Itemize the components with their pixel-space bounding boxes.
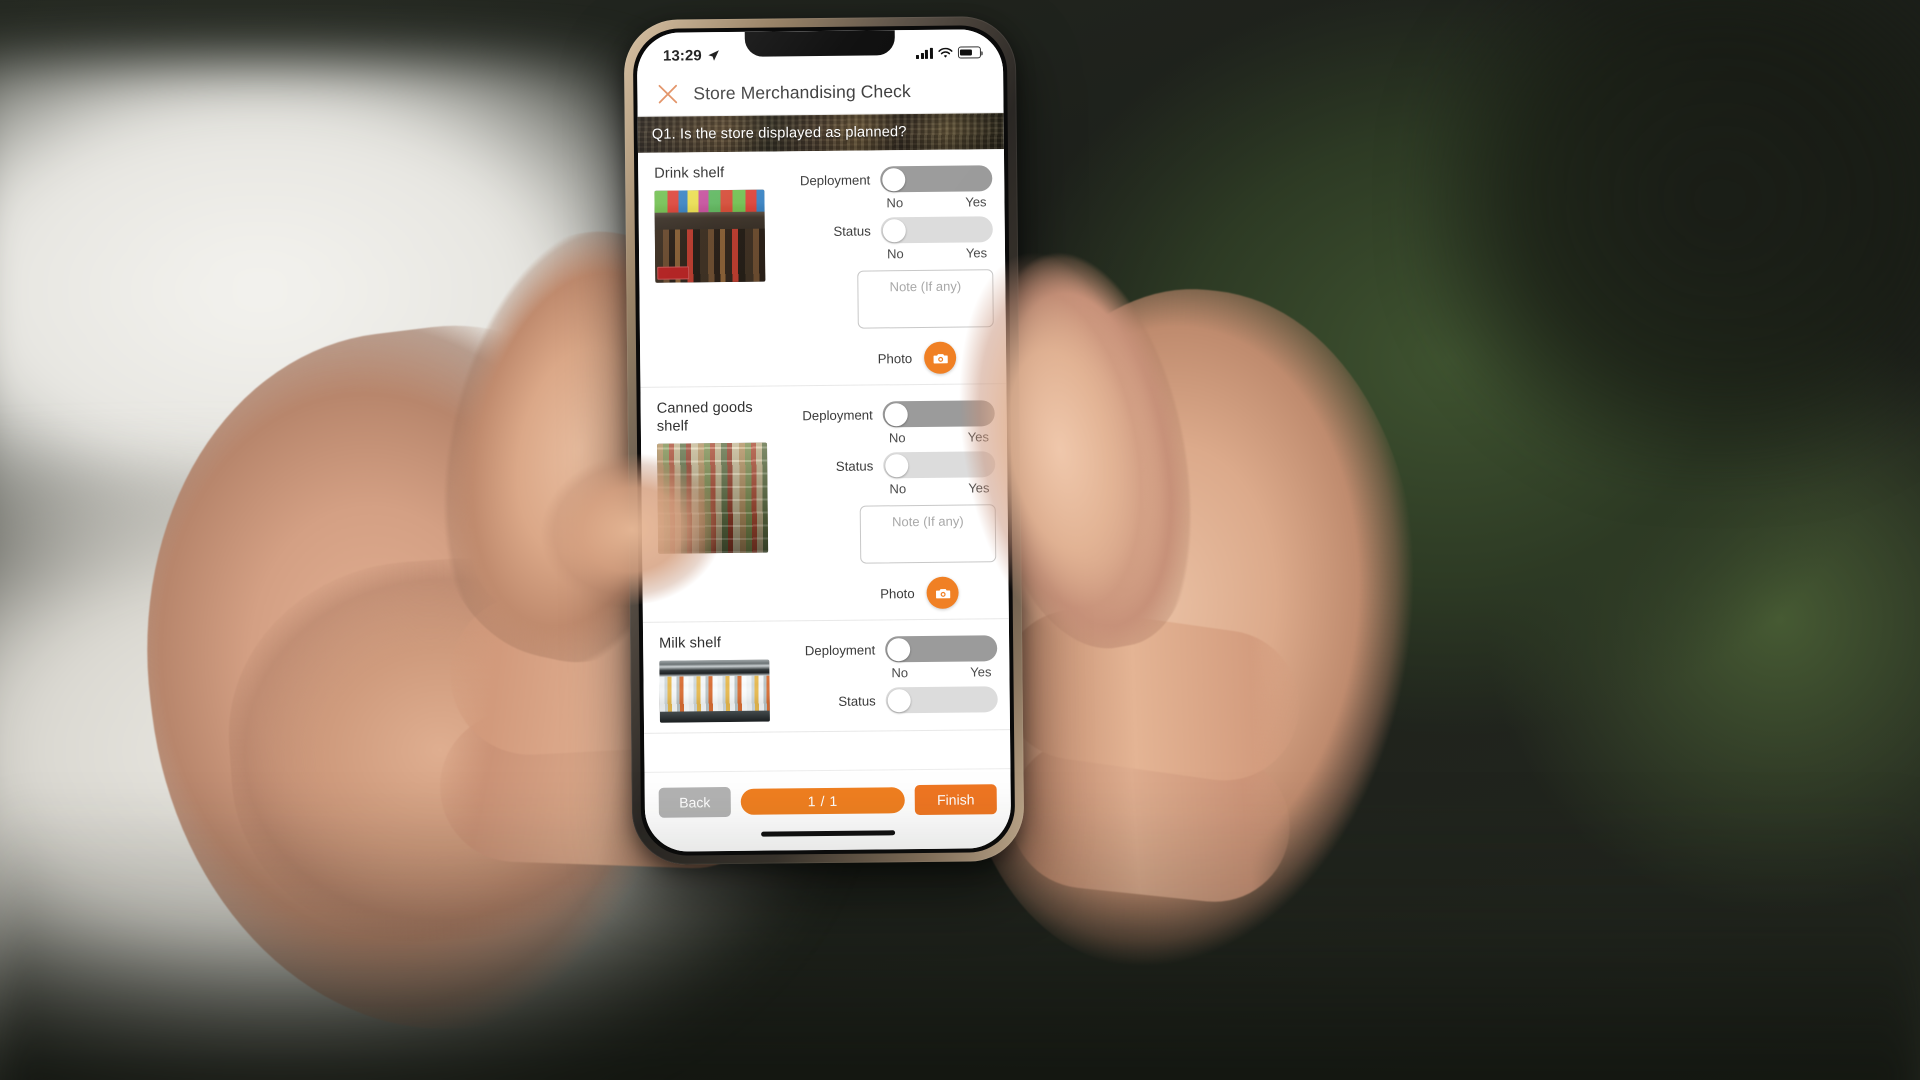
scene-bottom-vignette xyxy=(0,790,1920,1080)
deployment-yesno-labels: No Yes xyxy=(880,191,992,217)
phone-screen: 13:29 Store Merchandising Check Q1. Is t… xyxy=(636,29,1012,852)
question-banner: Q1. Is the store displayed as planned? xyxy=(637,113,1004,153)
status-toggle[interactable] xyxy=(880,216,993,244)
toggle-yes-label: Yes xyxy=(965,245,988,261)
toggle-yes-label: Yes xyxy=(968,480,990,496)
toggle-no-label: No xyxy=(891,665,909,681)
milk-shelf-photo[interactable] xyxy=(659,659,770,723)
shelf-info-column: Canned goods shelf xyxy=(653,399,773,612)
status-control-row: Status xyxy=(777,216,993,244)
camera-icon xyxy=(935,588,950,598)
toggle-knob xyxy=(886,637,910,661)
status-bar-time: 13:29 xyxy=(662,46,702,65)
camera-button[interactable] xyxy=(926,576,959,609)
status-yesno-labels: No Yes xyxy=(881,242,993,268)
deployment-toggle[interactable] xyxy=(880,165,993,193)
photo-scene: 13:29 Store Merchandising Check Q1. Is t… xyxy=(0,0,1920,1080)
note-row: Note (If any) xyxy=(777,267,994,329)
status-yesno-labels: No Yes xyxy=(883,477,995,503)
note-placeholder: Note (If any) xyxy=(892,513,964,530)
canned-goods-shelf-photo[interactable] xyxy=(657,443,769,555)
deployment-control-row: Deployment xyxy=(779,400,995,428)
close-x-icon[interactable] xyxy=(655,81,680,106)
background-dark-foliage xyxy=(1420,0,1920,480)
note-row: Note (If any) xyxy=(780,502,997,564)
status-bar-left: 13:29 xyxy=(662,46,720,65)
status-control-row: Status xyxy=(779,451,996,479)
cellular-signal-icon xyxy=(916,47,934,59)
shelf-name-label: Milk shelf xyxy=(659,635,722,652)
deployment-toggle[interactable] xyxy=(882,400,995,428)
shelf-section-drink: Drink shelf Deployment No Yes Status No … xyxy=(637,149,1007,388)
form-scroll-area[interactable]: Drink shelf Deployment No Yes Status No … xyxy=(637,149,1011,772)
toggle-yes-label: Yes xyxy=(970,664,992,680)
toggle-no-label: No xyxy=(886,246,904,262)
toggle-no-label: No xyxy=(888,430,906,446)
question-text: Q1. Is the store displayed as planned? xyxy=(651,124,907,143)
status-control-row: Status xyxy=(782,686,998,714)
deployment-label: Deployment xyxy=(802,406,873,423)
product-label-badge xyxy=(657,266,690,280)
deployment-yesno-labels: No Yes xyxy=(883,426,995,452)
status-label: Status xyxy=(833,222,871,239)
toggle-yes-label: Yes xyxy=(965,194,987,210)
photo-row: Photo xyxy=(780,562,996,610)
app-header: Store Merchandising Check xyxy=(637,71,1004,117)
toggle-knob xyxy=(884,402,908,426)
status-toggle[interactable] xyxy=(883,451,996,479)
note-input[interactable]: Note (If any) xyxy=(859,504,997,564)
deployment-control-row: Deployment xyxy=(781,635,998,663)
location-arrow-icon xyxy=(708,49,719,61)
deployment-label: Deployment xyxy=(804,641,876,658)
note-input[interactable]: Note (If any) xyxy=(857,269,994,329)
battery-icon xyxy=(957,46,982,59)
camera-button[interactable] xyxy=(923,341,957,374)
status-bar-right xyxy=(916,46,982,59)
shelf-info-column: Drink shelf xyxy=(650,164,770,377)
shelf-info-column: Milk shelf xyxy=(655,634,774,723)
photo-row: Photo xyxy=(778,327,994,375)
smartphone-device: 13:29 Store Merchandising Check Q1. Is t… xyxy=(623,15,1025,866)
shelf-controls-column: Deployment No Yes Status xyxy=(776,161,994,375)
drink-shelf-photo[interactable] xyxy=(654,189,766,283)
toggle-no-label: No xyxy=(886,195,904,211)
toggle-knob xyxy=(881,167,905,191)
shelf-section-milk: Milk shelf Deployment No Yes Status xyxy=(642,619,1011,735)
status-label: Status xyxy=(835,457,874,474)
status-label: Status xyxy=(838,692,876,709)
deployment-toggle[interactable] xyxy=(885,635,998,663)
shelf-name-label: Canned goods shelf xyxy=(656,399,753,435)
deployment-control-row: Deployment xyxy=(776,165,993,193)
phone-notch xyxy=(744,30,895,57)
shelf-controls-column: Deployment No Yes Status xyxy=(781,631,998,721)
photo-label: Photo xyxy=(877,350,913,366)
toggle-knob xyxy=(882,218,906,242)
photo-label: Photo xyxy=(880,585,915,601)
page-title: Store Merchandising Check xyxy=(693,81,911,104)
shelf-name-label: Drink shelf xyxy=(654,165,725,182)
toggle-yes-label: Yes xyxy=(967,429,990,445)
shelf-section-canned: Canned goods shelf Deployment No Yes Sta… xyxy=(640,384,1009,623)
note-placeholder: Note (If any) xyxy=(889,278,962,295)
wifi-icon xyxy=(938,47,953,58)
toggle-no-label: No xyxy=(889,481,907,497)
toggle-knob xyxy=(887,688,911,712)
toggle-knob xyxy=(884,453,908,477)
status-toggle[interactable] xyxy=(885,686,998,714)
shelf-controls-column: Deployment No Yes Status xyxy=(779,396,997,610)
camera-icon xyxy=(933,353,948,363)
deployment-label: Deployment xyxy=(799,172,871,188)
deployment-yesno-labels: No Yes xyxy=(885,661,997,687)
phone-bezel: 13:29 Store Merchandising Check Q1. Is t… xyxy=(632,25,1016,856)
